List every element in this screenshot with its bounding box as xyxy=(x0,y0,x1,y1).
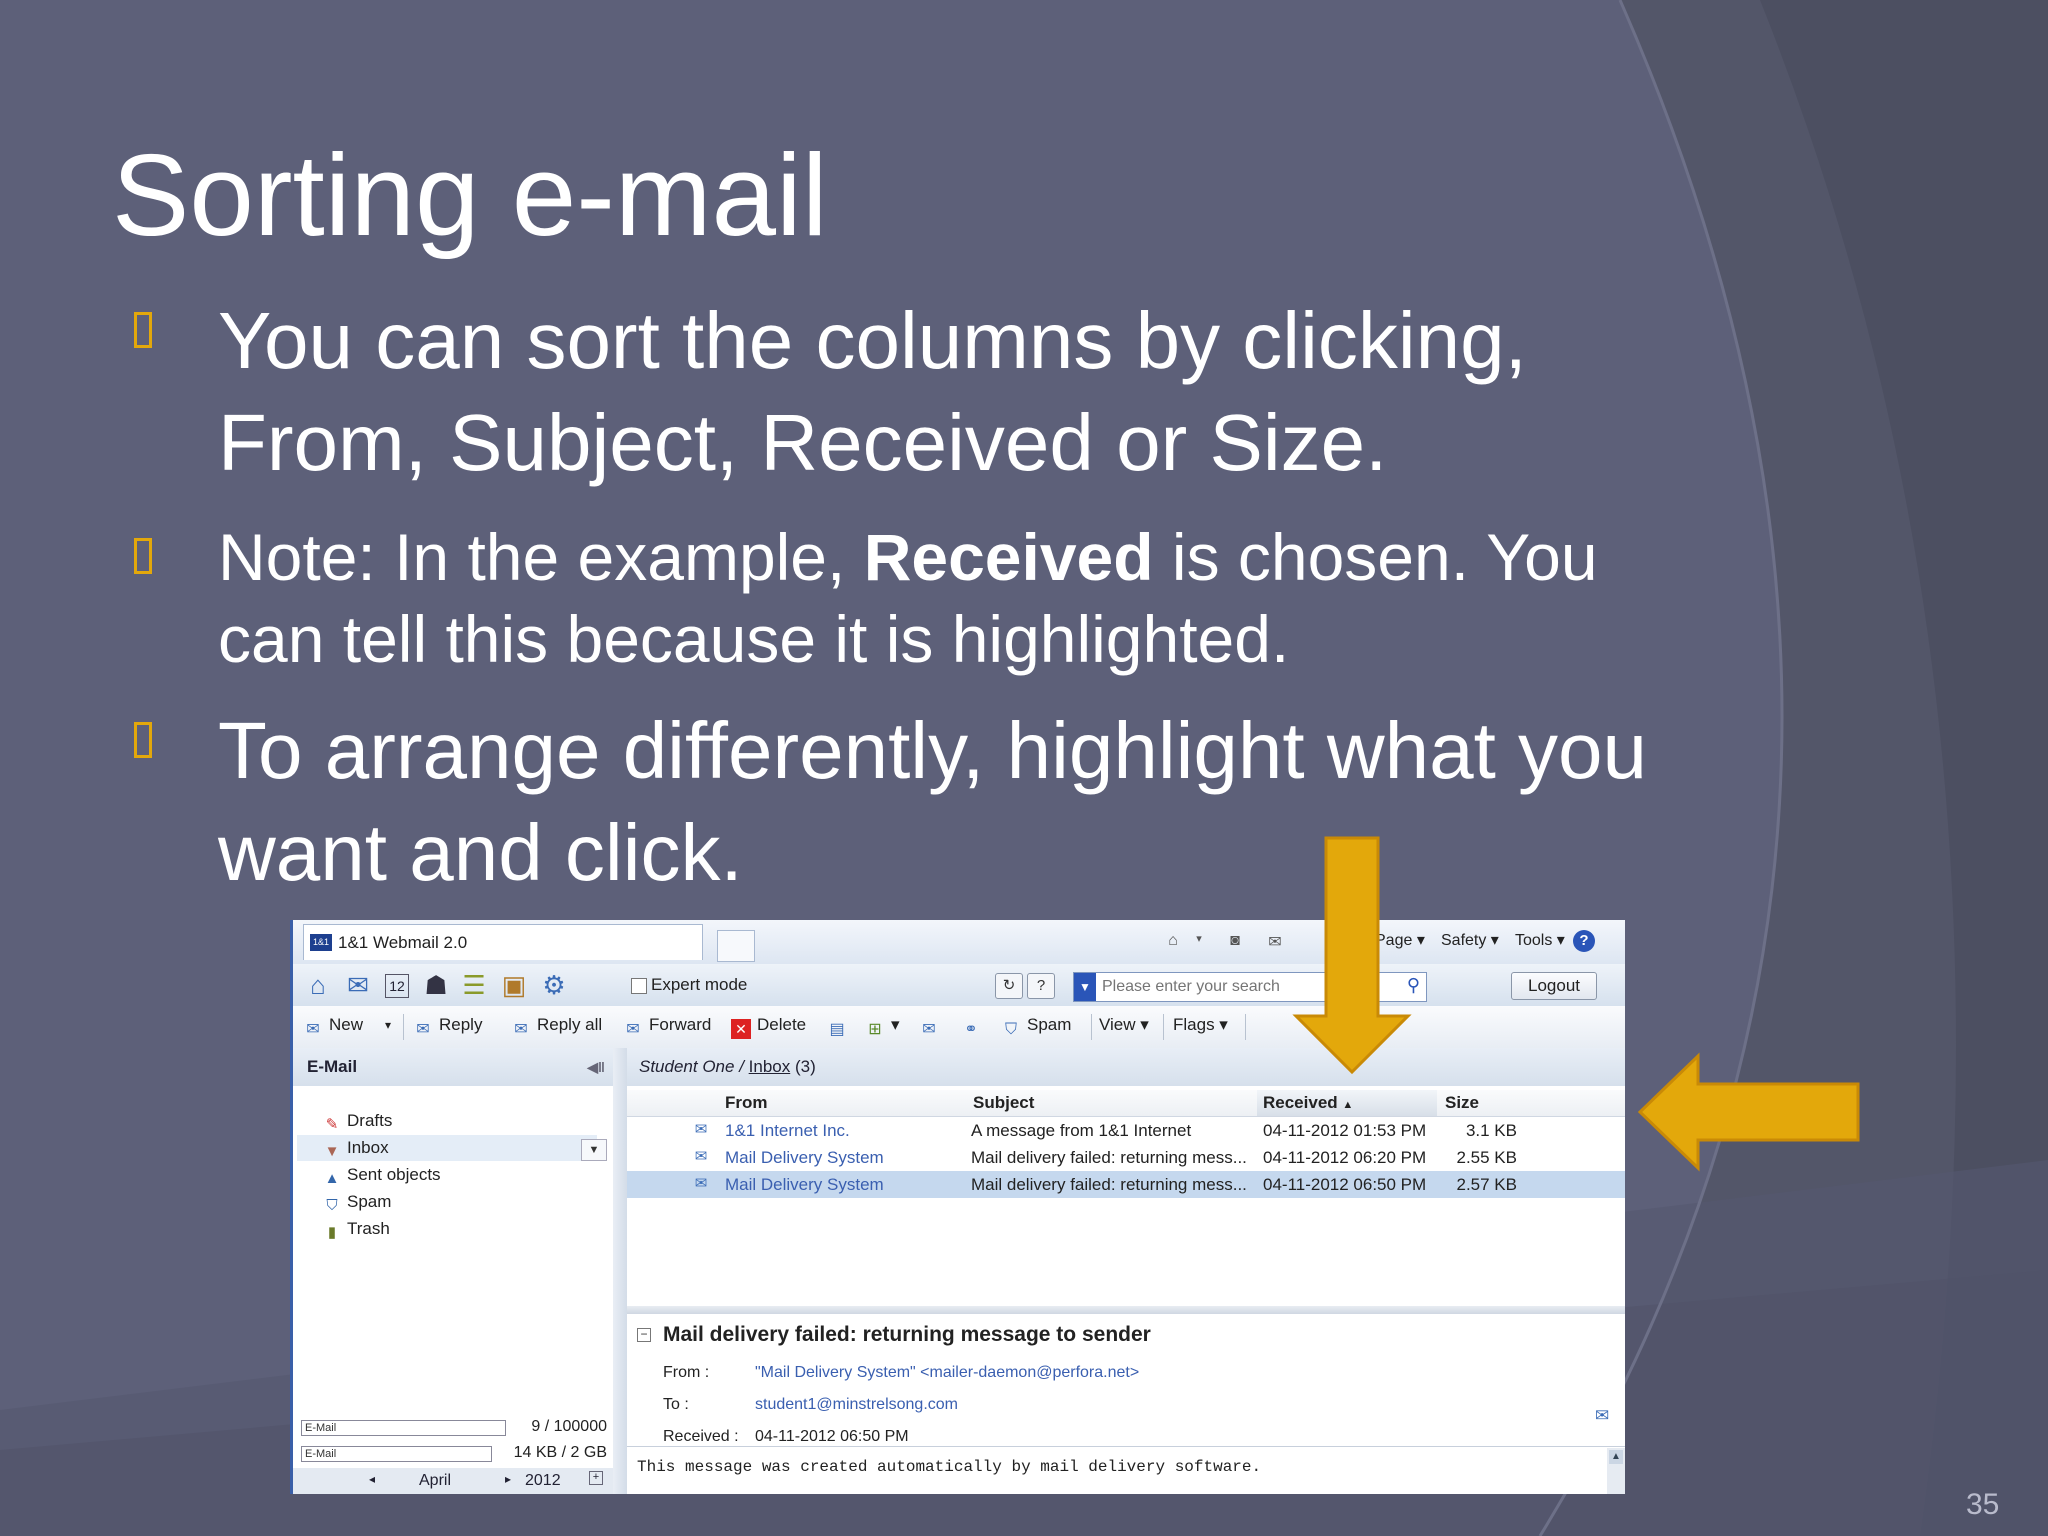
down-arrow-icon xyxy=(1292,836,1412,1075)
annotation-arrows xyxy=(1292,836,1860,1172)
left-arrow-icon xyxy=(1637,1052,1860,1172)
slide-number: 35 xyxy=(1966,1488,2000,1521)
